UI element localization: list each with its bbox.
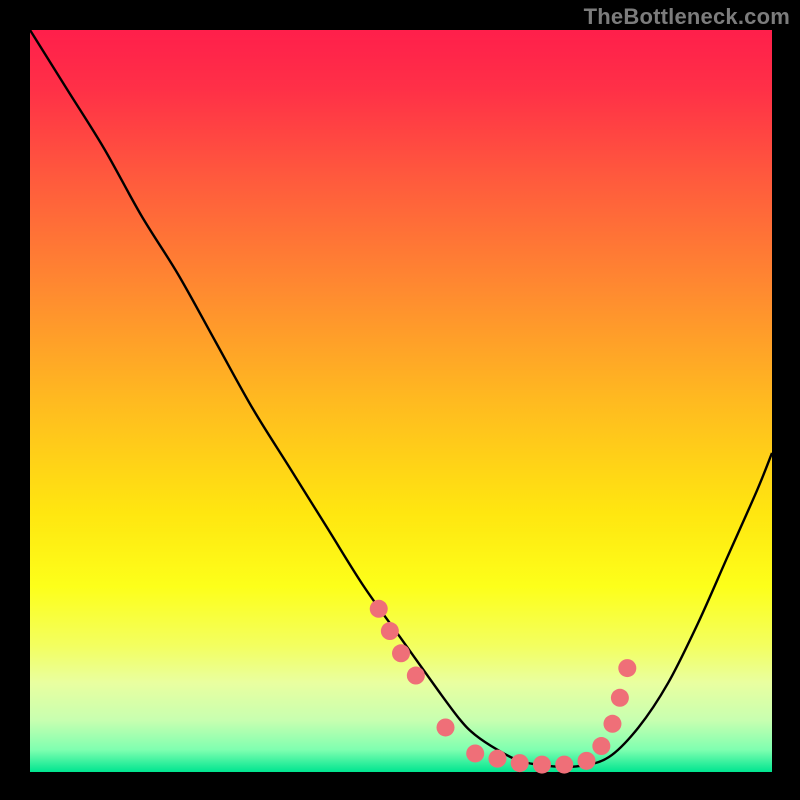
highlight-point — [466, 744, 484, 762]
highlight-point — [437, 718, 455, 736]
highlight-point — [370, 600, 388, 618]
highlight-point — [618, 659, 636, 677]
highlight-point — [488, 750, 506, 768]
highlight-point — [511, 754, 529, 772]
highlight-point — [381, 622, 399, 640]
watermark-text: TheBottleneck.com — [584, 4, 790, 30]
bottleneck-chart — [0, 0, 800, 800]
chart-stage: TheBottleneck.com — [0, 0, 800, 800]
highlight-point — [611, 689, 629, 707]
highlight-point — [555, 756, 573, 774]
highlight-point — [592, 737, 610, 755]
highlight-point — [392, 644, 410, 662]
highlight-point — [578, 752, 596, 770]
highlight-point — [603, 715, 621, 733]
highlight-point — [407, 667, 425, 685]
highlight-point — [533, 756, 551, 774]
